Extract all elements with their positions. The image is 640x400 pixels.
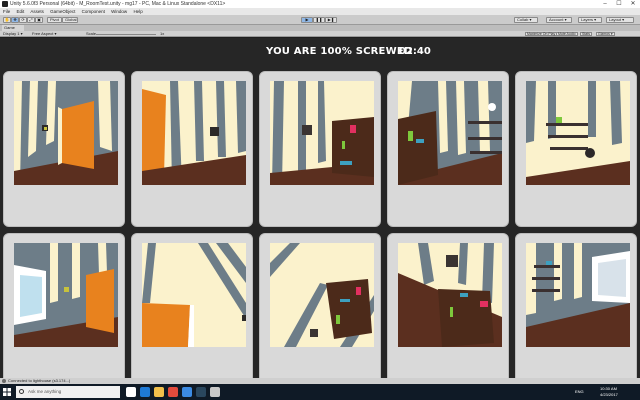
hand-tool-button[interactable]: ✋: [3, 17, 11, 23]
camera-view: [14, 243, 118, 347]
pivot-toggle[interactable]: Pivot: [47, 17, 62, 23]
window-title: Unity 5.6.0f3 Personal (64bit) - M_RoomT…: [10, 1, 226, 7]
maximize-on-play-toggle[interactable]: Maximize On Play: [525, 32, 558, 36]
menu-component[interactable]: Component: [82, 9, 105, 14]
camera-card[interactable]: [387, 233, 509, 389]
global-toggle[interactable]: Global: [62, 17, 78, 23]
room-scene-icon: [14, 243, 118, 347]
edge-icon[interactable]: [140, 387, 150, 397]
room-scene-icon: [398, 81, 502, 185]
room-scene-icon: [142, 243, 246, 347]
unity-icon[interactable]: [210, 387, 220, 397]
collab-dropdown[interactable]: Collab ▾: [514, 17, 538, 23]
camera-view: [526, 243, 630, 347]
account-dropdown[interactable]: Account ▾: [546, 17, 572, 23]
minimize-button[interactable]: –: [598, 0, 612, 8]
search-icon: [19, 389, 24, 394]
camera-card[interactable]: [259, 233, 381, 389]
menu-assets[interactable]: Assets: [30, 9, 44, 14]
hud-timer: 02:40: [399, 46, 431, 57]
play-button[interactable]: ▶: [301, 17, 313, 23]
search-placeholder: Ask me anything: [28, 389, 62, 394]
camera-view: [398, 81, 502, 185]
gizmos-dropdown[interactable]: Gizmos ▾: [596, 32, 615, 36]
unity-logo-icon: [2, 1, 8, 7]
scale-slider[interactable]: [96, 34, 156, 35]
game-view-controls: Display 1 ▾ Free Aspect ▾ Scale 1x Maxim…: [0, 31, 640, 37]
room-scene-icon: [398, 243, 502, 347]
scale-value: 1x: [160, 31, 165, 36]
layers-dropdown[interactable]: Layers ▾: [578, 17, 602, 23]
menu-bar: File Edit Assets GameObject Component Wi…: [0, 8, 640, 15]
camera-view: [270, 81, 374, 185]
camera-card[interactable]: [3, 233, 125, 389]
camera-view: [398, 243, 502, 347]
menu-edit[interactable]: Edit: [17, 9, 25, 14]
file-explorer-icon[interactable]: [154, 387, 164, 397]
camera-card[interactable]: [131, 71, 253, 227]
room-scene-icon: [270, 243, 374, 347]
camera-card[interactable]: [3, 71, 125, 227]
scale-label: Scale: [86, 31, 97, 36]
mute-audio-toggle[interactable]: Mute Audio: [556, 32, 578, 36]
move-tool-button[interactable]: ✥: [11, 17, 19, 23]
camera-view: [142, 81, 246, 185]
camera-view: [526, 81, 630, 185]
room-scene-icon: [270, 81, 374, 185]
chrome-icon[interactable]: [168, 387, 178, 397]
rotate-tool-button[interactable]: ⟳: [19, 17, 27, 23]
menu-help[interactable]: Help: [133, 9, 142, 14]
windows-taskbar: Ask me anything ENG 10:30 AM 4/23/2017: [0, 384, 640, 400]
rect-tool-button[interactable]: ▣: [35, 17, 43, 23]
steam-icon[interactable]: [196, 387, 206, 397]
menu-window[interactable]: Window: [111, 9, 127, 14]
camera-card[interactable]: [131, 233, 253, 389]
close-button[interactable]: ✕: [626, 0, 640, 8]
game-view[interactable]: YOU ARE 100% SCREWED 02:40: [0, 38, 640, 389]
title-bar: Unity 5.6.0f3 Personal (64bit) - M_RoomT…: [0, 0, 640, 8]
taskbar-search-input[interactable]: Ask me anything: [16, 386, 120, 398]
room-scene-icon: [14, 81, 118, 185]
aspect-dropdown[interactable]: Free Aspect ▾: [32, 31, 56, 37]
status-text: Connected to lighthouse (s3.174...): [8, 378, 71, 383]
camera-view: [14, 81, 118, 185]
room-scene-icon: [526, 243, 630, 347]
menu-gameobject[interactable]: GameObject: [50, 9, 75, 14]
camera-card[interactable]: [515, 71, 637, 227]
display-dropdown[interactable]: Display 1 ▾: [3, 31, 23, 37]
tab-game-label: Game: [4, 25, 15, 30]
camera-card[interactable]: [259, 71, 381, 227]
task-view-icon[interactable]: [126, 387, 136, 397]
menu-file[interactable]: File: [3, 9, 10, 14]
layout-dropdown[interactable]: Layout ▾: [606, 17, 634, 23]
main-toolbar: ✋ ✥ ⟳ ⤢ ▣ Pivot Global ▶ ❚❚ ▶❚ Collab ▾ …: [0, 15, 640, 25]
camera-card[interactable]: [387, 71, 509, 227]
camera-view: [270, 243, 374, 347]
room-scene-icon: [526, 81, 630, 185]
stats-toggle[interactable]: Stats: [580, 32, 592, 36]
windows-start-icon[interactable]: [3, 388, 11, 396]
pause-button[interactable]: ❚❚: [313, 17, 325, 23]
room-scene-icon: [142, 81, 246, 185]
camera-card[interactable]: [515, 233, 637, 389]
info-icon: [2, 379, 6, 383]
scale-tool-button[interactable]: ⤢: [27, 17, 35, 23]
clock-date[interactable]: 4/23/2017: [600, 392, 618, 398]
app-icon[interactable]: [182, 387, 192, 397]
camera-view: [142, 243, 246, 347]
maximize-button[interactable]: ☐: [612, 0, 626, 8]
hud-status-text: YOU ARE 100% SCREWED: [266, 46, 413, 57]
language-indicator[interactable]: ENG: [575, 389, 584, 395]
step-button[interactable]: ▶❚: [325, 17, 337, 23]
